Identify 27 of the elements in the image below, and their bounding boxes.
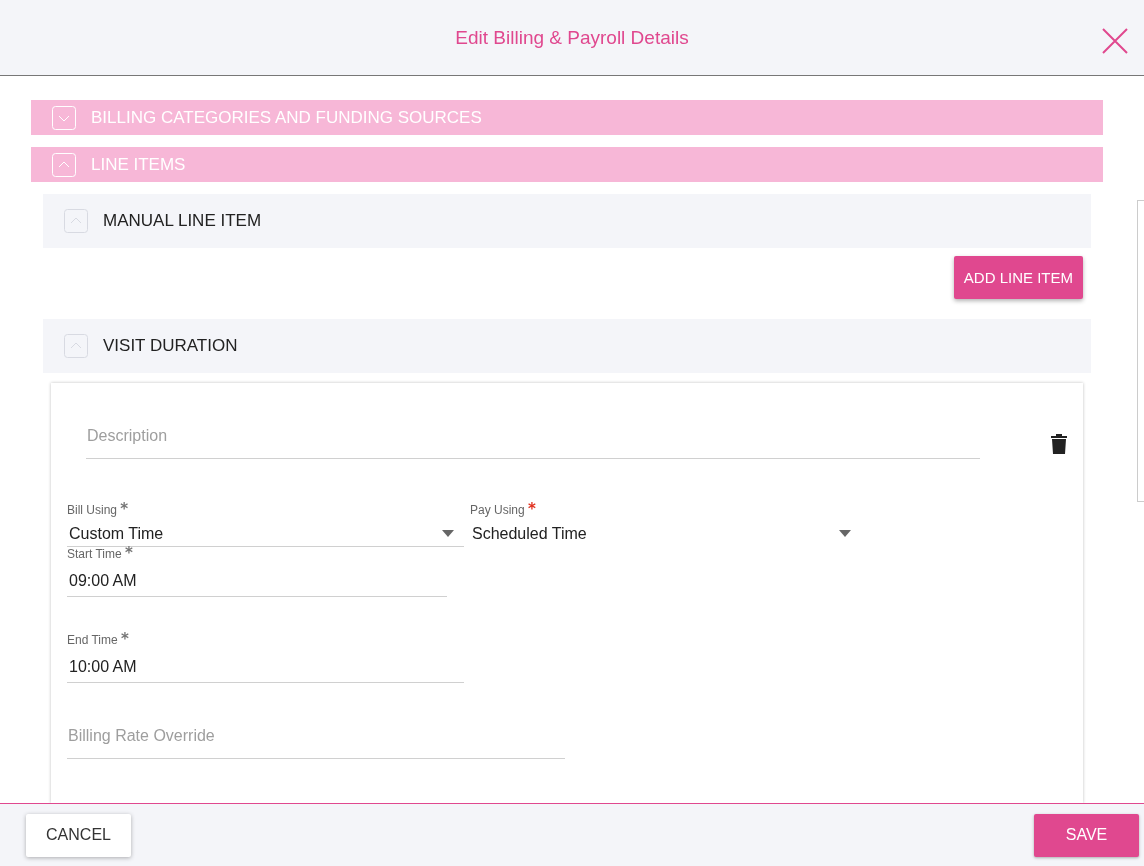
field-label: Bill Using *	[67, 503, 130, 517]
select-field[interactable]: Scheduled Time	[470, 521, 861, 547]
required-mark: *	[121, 630, 129, 648]
chevron-down-icon	[52, 105, 76, 130]
subsection-header[interactable]: MANUAL LINE ITEM	[43, 194, 1091, 248]
required-mark: *	[125, 544, 133, 562]
save-button[interactable]: SAVE	[1034, 813, 1139, 857]
add-line-item-button[interactable]: ADD LINE ITEM	[953, 256, 1083, 299]
scrollbar[interactable]	[1137, 200, 1144, 502]
dropdown-caret-icon	[442, 530, 454, 537]
select-field[interactable]: Custom Time	[67, 521, 464, 547]
dialog-title: Edit Billing & Payroll Details	[455, 26, 689, 49]
required-mark: *	[120, 500, 129, 518]
dropdown-caret-icon	[839, 530, 851, 537]
chevron-up-icon	[64, 209, 88, 233]
trash-icon[interactable]	[1050, 433, 1068, 455]
field-label: End Time *	[67, 633, 130, 647]
subsection-header[interactable]: VISIT DURATION	[43, 319, 1091, 373]
time-field[interactable]: 10:00 AM	[67, 651, 464, 683]
required-mark: *	[528, 500, 536, 518]
time-field[interactable]: 09:00 AM	[67, 565, 447, 597]
chevron-up-icon	[64, 334, 88, 358]
field-label: Start Time *	[67, 547, 134, 561]
chevron-up-icon	[52, 152, 76, 177]
field-label: Pay Using *	[470, 503, 537, 517]
close-button[interactable]	[1102, 28, 1128, 54]
cancel-button[interactable]: CANCEL	[26, 813, 131, 857]
